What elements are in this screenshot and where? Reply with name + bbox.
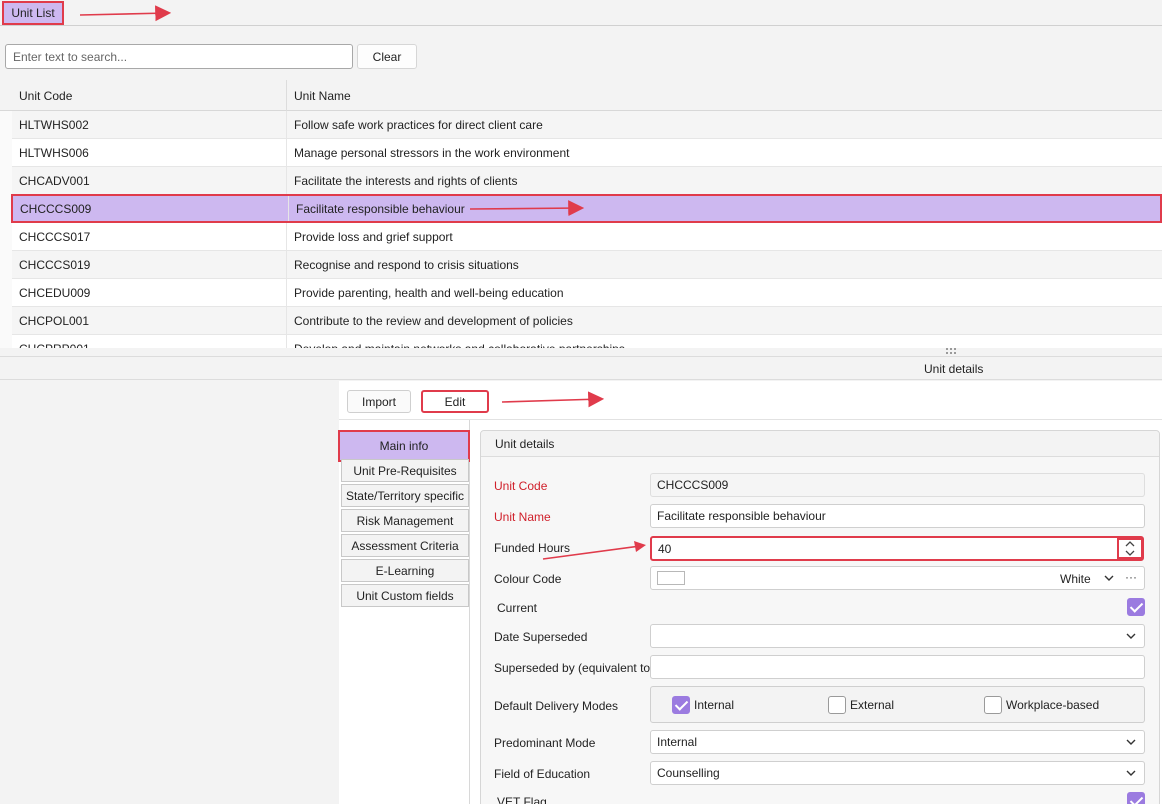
clear-button[interactable]: Clear xyxy=(357,44,417,69)
cell-unit-code: CHCCCS009 xyxy=(20,201,92,216)
colour-swatch xyxy=(657,571,685,585)
unit-code-field[interactable]: CHCCCS009 xyxy=(650,473,1145,497)
details-header-title: Unit details xyxy=(924,362,984,376)
tab-assessment-criteria[interactable]: Assessment Criteria xyxy=(341,534,469,557)
cell-unit-code: CHCCCS017 xyxy=(19,230,91,244)
external-label: External xyxy=(850,698,895,712)
cell-unit-name: Facilitate the interests and rights of c… xyxy=(286,167,1156,195)
date-superseded-label: Date Superseded xyxy=(494,630,588,644)
unit-details-card-title: Unit details xyxy=(495,437,555,451)
row-indicator-column xyxy=(0,111,12,348)
cell-unit-code: CHCPOL001 xyxy=(19,314,90,328)
unit-details-card-header xyxy=(481,431,1159,457)
internal-checkbox[interactable] xyxy=(672,696,690,714)
tab-unit-custom-fields[interactable]: Unit Custom fields xyxy=(341,584,469,607)
details-header xyxy=(0,356,1162,380)
table-row[interactable]: CHCADV001 Facilitate the interests and r… xyxy=(12,167,1162,195)
predominant-mode-select[interactable]: Internal xyxy=(650,730,1145,754)
workplace-based-label: Workplace-based xyxy=(1006,698,1100,712)
funded-hours-spinner[interactable] xyxy=(1117,538,1143,559)
edit-button[interactable]: Edit xyxy=(421,390,489,413)
cell-unit-name: Follow safe work practices for direct cl… xyxy=(286,111,1156,139)
cell-unit-code: CHCADV001 xyxy=(19,174,90,188)
delivery-modes-label: Default Delivery Modes xyxy=(494,699,619,713)
date-superseded-field[interactable] xyxy=(650,624,1145,648)
tab-e-learning[interactable]: E-Learning xyxy=(341,559,469,582)
funded-hours-field[interactable]: 40 xyxy=(650,536,1144,561)
cell-unit-name: Provide loss and grief support xyxy=(286,223,1156,251)
cell-unit-name: Facilitate responsible behaviour xyxy=(288,196,1158,221)
field-of-education-label: Field of Education xyxy=(494,767,591,781)
superseded-by-field[interactable] xyxy=(650,655,1145,679)
search-input[interactable] xyxy=(5,44,353,69)
external-checkbox[interactable] xyxy=(828,696,846,714)
table-row[interactable]: CHCCCS019 Recognise and respond to crisi… xyxy=(12,251,1162,279)
chevron-down-icon[interactable] xyxy=(1125,767,1137,779)
superseded-by-label: Superseded by (equivalent to) xyxy=(494,661,655,675)
internal-label: Internal xyxy=(694,698,735,712)
cell-unit-name: Manage personal stressors in the work en… xyxy=(286,139,1156,167)
cell-unit-code: CHCPRP001 xyxy=(12,335,286,348)
unit-name-field[interactable]: Facilitate responsible behaviour xyxy=(650,504,1145,528)
chevron-down-icon[interactable] xyxy=(1103,572,1115,584)
cell-unit-code: HLTWHS006 xyxy=(19,146,89,160)
workplace-based-checkbox[interactable] xyxy=(984,696,1002,714)
panel-splitter[interactable] xyxy=(0,348,1162,356)
table-row[interactable]: HLTWHS002 Follow safe work practices for… xyxy=(12,111,1162,139)
unit-grid: Unit Code Unit Name HLTWHS002 Follow saf… xyxy=(0,80,1162,348)
grip-icon[interactable] xyxy=(946,348,958,354)
chevron-down-icon[interactable] xyxy=(1125,736,1137,748)
cell-unit-code: CHCCCS019 xyxy=(19,258,91,272)
cell-unit-name: Contribute to the review and development… xyxy=(286,307,1156,335)
tab-main-info[interactable]: Main info xyxy=(338,430,470,462)
cell-unit-code: HLTWHS002 xyxy=(19,118,89,132)
column-header-unit-code[interactable]: Unit Code xyxy=(12,80,286,111)
colour-code-label: Colour Code xyxy=(494,572,562,586)
current-checkbox[interactable] xyxy=(1127,598,1145,616)
cell-unit-name: Recognise and respond to crisis situatio… xyxy=(286,251,1156,279)
unit-code-label: Unit Code xyxy=(494,479,548,493)
grid-header: Unit Code Unit Name xyxy=(0,80,1162,111)
top-bar xyxy=(0,0,1162,26)
tab-state-territory[interactable]: State/Territory specific xyxy=(341,484,469,507)
vet-flag-checkbox[interactable] xyxy=(1127,792,1145,804)
table-row[interactable]: CHCEDU009 Provide parenting, health and … xyxy=(12,279,1162,307)
cell-unit-name: Develop and maintain networks and collab… xyxy=(286,335,1156,348)
table-row[interactable]: CHCPRP001 Develop and maintain networks … xyxy=(12,335,1162,348)
cell-unit-name: Provide parenting, health and well-being… xyxy=(286,279,1156,307)
column-header-unit-name[interactable]: Unit Name xyxy=(286,80,1162,111)
current-label: Current xyxy=(497,601,538,615)
table-row[interactable]: CHCPOL001 Contribute to the review and d… xyxy=(12,307,1162,335)
vet-flag-label: VET Flag xyxy=(497,795,547,804)
colour-code-value: White xyxy=(1060,572,1091,586)
table-row[interactable]: HLTWHS006 Manage personal stressors in t… xyxy=(12,139,1162,167)
predominant-mode-label: Predominant Mode xyxy=(494,736,596,750)
table-row[interactable]: CHCCCS017 Provide loss and grief support xyxy=(12,223,1162,251)
tab-unit-list[interactable]: Unit List xyxy=(2,1,64,25)
tab-unit-prerequisites[interactable]: Unit Pre-Requisites xyxy=(341,459,469,482)
field-of-education-select[interactable]: Counselling xyxy=(650,761,1145,785)
cell-unit-code: CHCEDU009 xyxy=(19,286,91,300)
spinner-arrows-icon[interactable] xyxy=(1119,540,1141,557)
table-row-selected[interactable]: CHCCCS009 Facilitate responsible behavio… xyxy=(11,194,1162,223)
unit-name-label: Unit Name xyxy=(494,510,551,524)
import-button[interactable]: Import xyxy=(347,390,411,413)
funded-hours-label: Funded Hours xyxy=(494,541,571,555)
chevron-down-icon[interactable] xyxy=(1125,630,1137,642)
colour-picker-button[interactable]: ··· xyxy=(1125,570,1137,584)
tab-risk-management[interactable]: Risk Management xyxy=(341,509,469,532)
